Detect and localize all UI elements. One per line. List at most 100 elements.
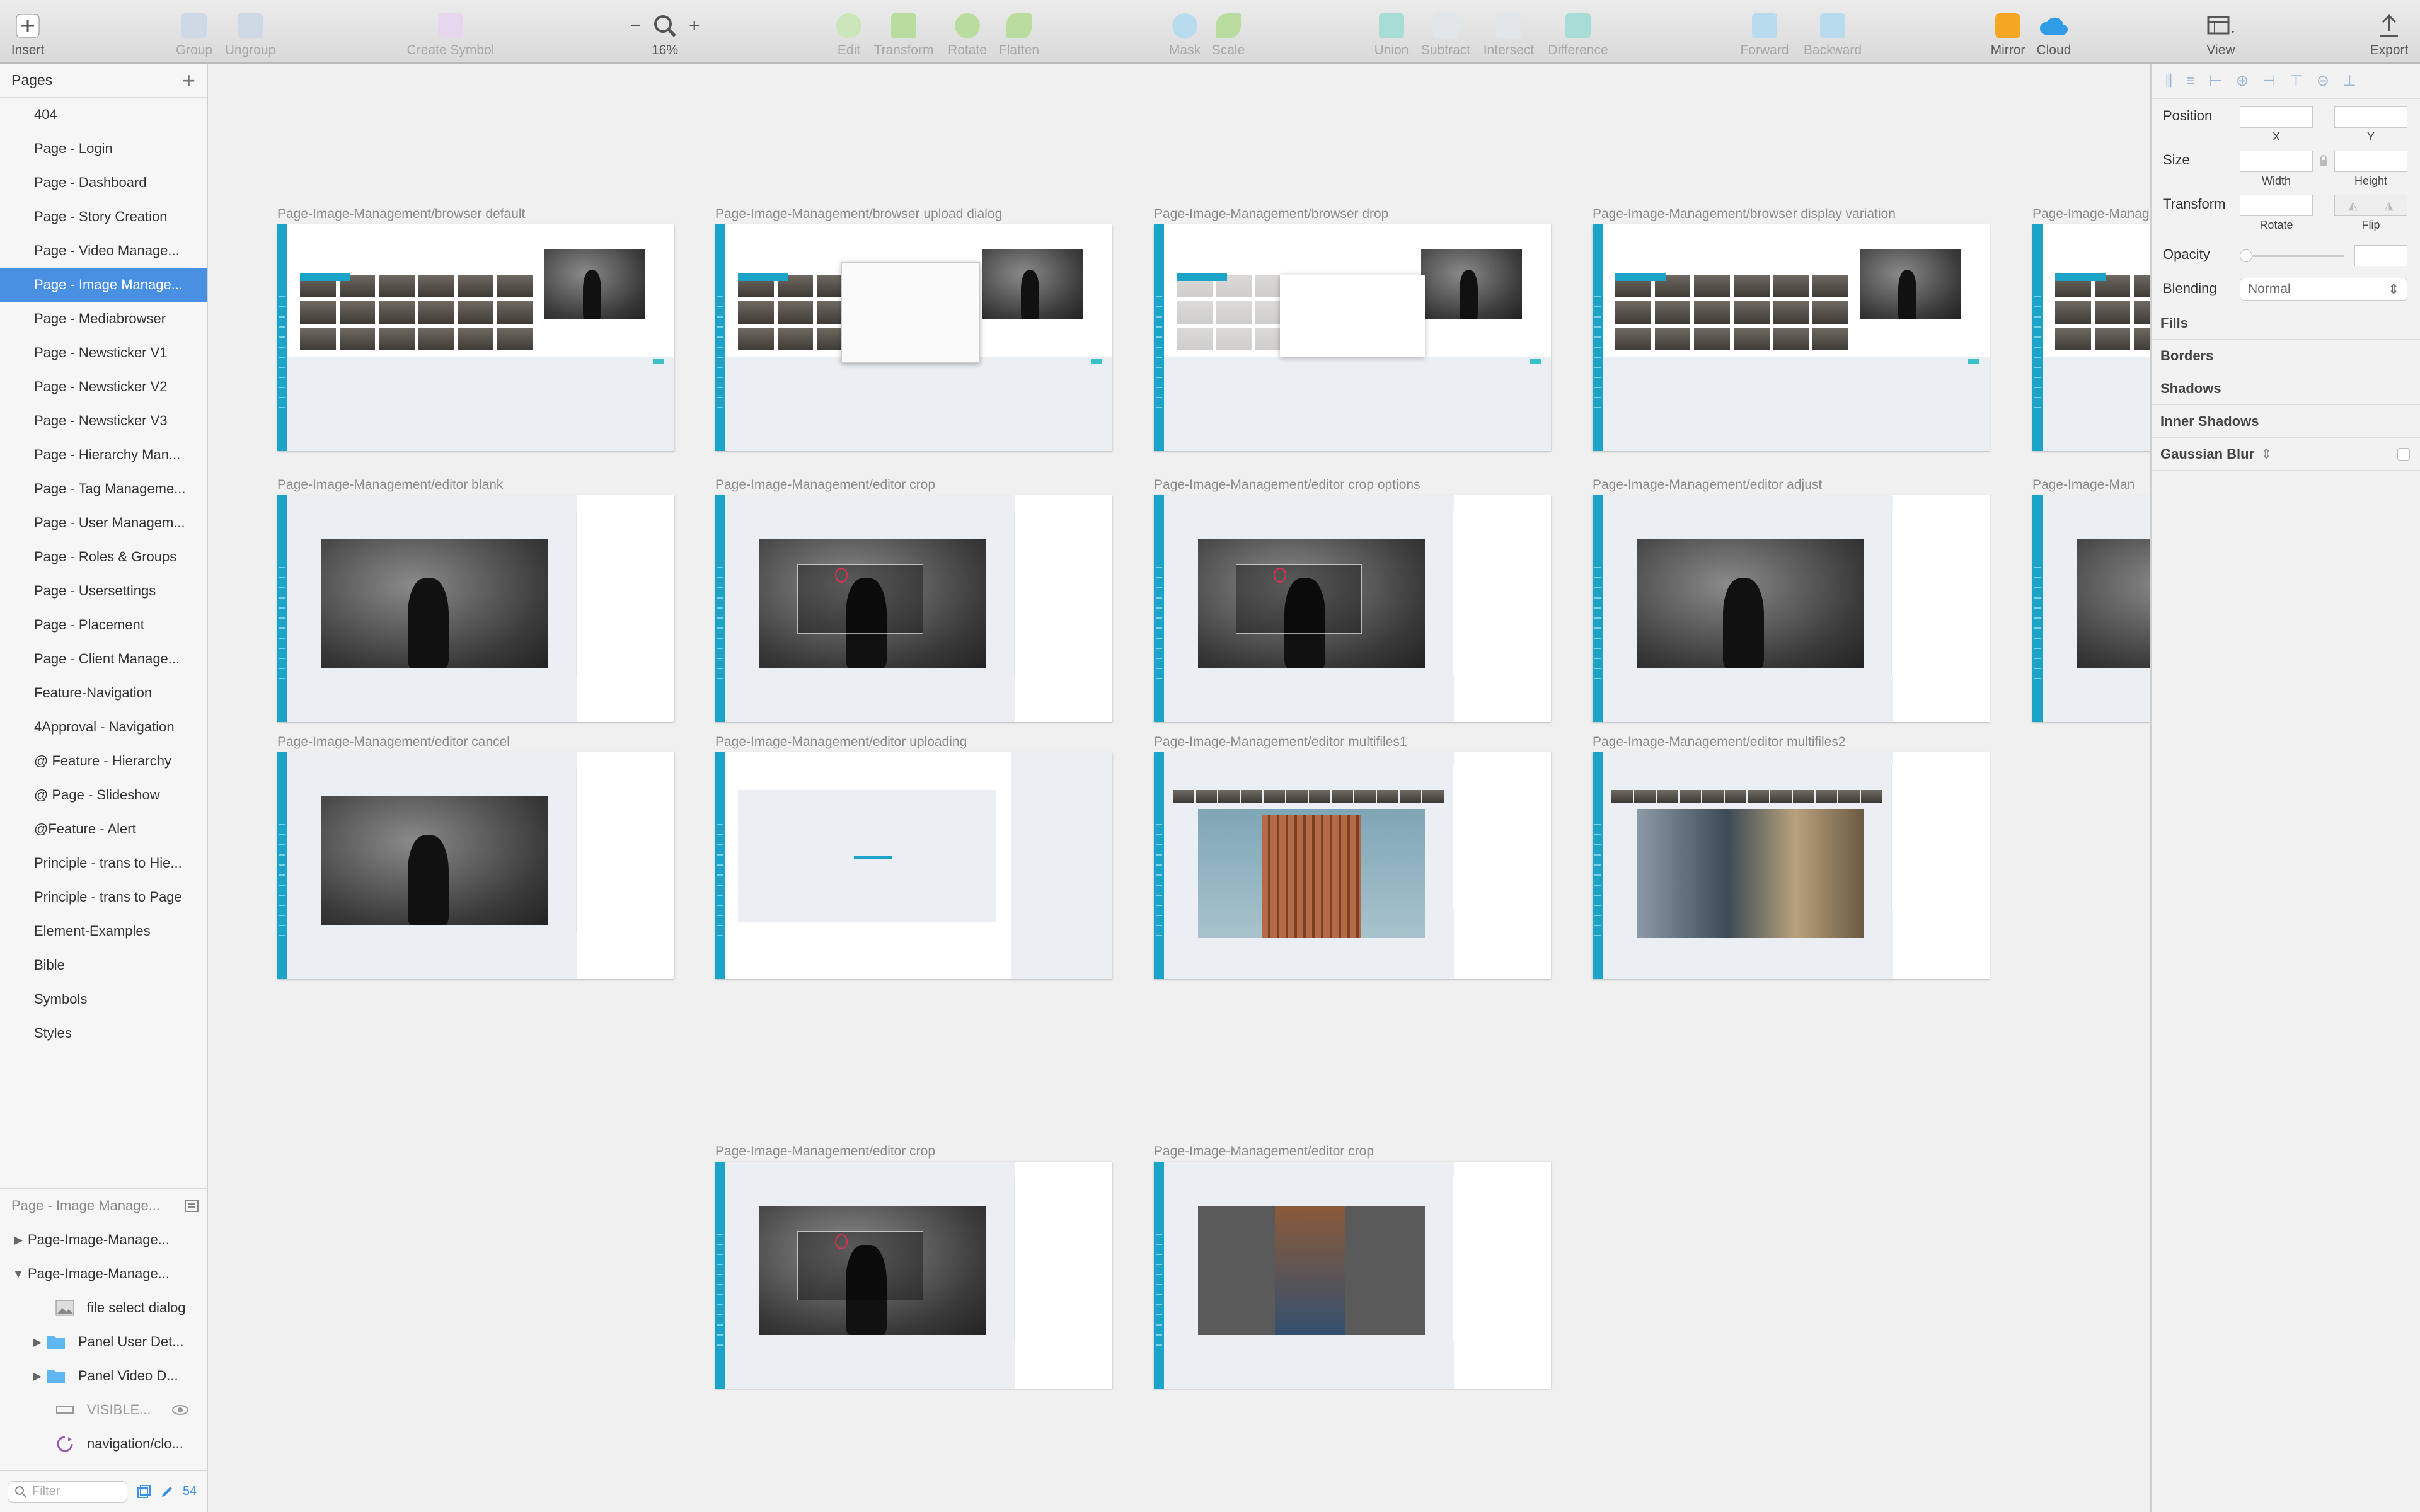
zoom-control[interactable]: − + 16%: [624, 0, 706, 64]
page-item[interactable]: 4Approval - Navigation: [0, 710, 207, 744]
height-field[interactable]: [2334, 151, 2407, 172]
page-item[interactable]: @ Feature - Hierarchy: [0, 744, 207, 778]
blending-select[interactable]: Normal ⇕: [2240, 278, 2407, 301]
align-middle-icon[interactable]: ⊖: [2317, 72, 2329, 90]
page-item[interactable]: Page - Mediabrowser: [0, 302, 207, 336]
flip-horizontal-icon[interactable]: ◭: [2349, 199, 2358, 212]
page-item[interactable]: Page - Story Creation: [0, 200, 207, 234]
disclosure-down-icon[interactable]: ▼: [9, 1268, 28, 1281]
filter-input[interactable]: Filter: [8, 1480, 127, 1503]
artboard-title[interactable]: Page-Image-Management/browser upload dia…: [715, 207, 1002, 222]
artboard-title[interactable]: Page-Image-Management/editor cancel: [277, 735, 510, 750]
difference-button[interactable]: Difference: [1544, 0, 1612, 64]
artboard-title[interactable]: Page-Image-Man: [2032, 478, 2135, 493]
layer-item[interactable]: file select dialog: [0, 1291, 208, 1325]
layer-item[interactable]: ▶ Panel Video D...: [0, 1359, 208, 1393]
collapse-layers-icon[interactable]: [184, 1198, 199, 1213]
mask-button[interactable]: Mask: [1167, 0, 1202, 64]
opacity-slider-knob[interactable]: [2240, 249, 2252, 262]
flatten-button[interactable]: Flatten: [996, 0, 1042, 64]
artboard-title[interactable]: Page-Image-Management/editor blank: [277, 478, 503, 493]
rotate-field[interactable]: [2240, 195, 2313, 216]
page-item[interactable]: Page - Newsticker V1: [0, 336, 207, 370]
layer-item[interactable]: navigation/clo...: [0, 1427, 208, 1461]
artboard[interactable]: Page-Image-Management/editor multifiles1: [1154, 735, 1551, 979]
align-left-icon[interactable]: ⊢: [2209, 72, 2222, 90]
artboard[interactable]: Page-Image-Management/browser default: [277, 207, 674, 451]
add-page-icon[interactable]: +: [182, 69, 195, 92]
artboard[interactable]: Page-Image-Management/browser display va…: [1593, 207, 1990, 451]
artboard-title[interactable]: Page-Image-Management/editor crop: [715, 478, 935, 493]
distribute-horizontal-icon[interactable]: ⫼: [2165, 72, 2172, 90]
x-field[interactable]: [2240, 106, 2313, 128]
align-right-icon[interactable]: ⊣: [2262, 72, 2276, 90]
view-button[interactable]: View: [2201, 0, 2241, 64]
fills-section[interactable]: Fills: [2152, 307, 2420, 340]
artboard[interactable]: Page-Image-Man: [2032, 478, 2150, 722]
artboard[interactable]: Page-Image-Manag: [2032, 207, 2150, 451]
artboard[interactable]: Page-Image-Management/editor blank: [277, 478, 674, 722]
rotate-button[interactable]: Rotate: [945, 0, 989, 64]
canvas[interactable]: Page-Image-Management/browser default Pag…: [209, 64, 2150, 1512]
artboard[interactable]: Page-Image-Management/editor crop: [715, 1144, 1112, 1389]
page-item[interactable]: Page - Newsticker V2: [0, 370, 207, 404]
artboard-title[interactable]: Page-Image-Management/editor adjust: [1593, 478, 1822, 493]
distribute-vertical-icon[interactable]: ≡: [2186, 72, 2195, 90]
artboard[interactable]: Page-Image-Management/editor crop: [1154, 1144, 1551, 1389]
artboard-title[interactable]: Page-Image-Management/editor multifiles1: [1154, 735, 1407, 750]
mirror-button[interactable]: Mirror: [1986, 0, 2029, 64]
page-item[interactable]: Principle - trans to Page: [0, 880, 207, 914]
artboard-title[interactable]: Page-Image-Management/editor uploading: [715, 735, 967, 750]
subtract-button[interactable]: Subtract: [1418, 0, 1473, 64]
disclosure-right-icon[interactable]: ▶: [28, 1336, 47, 1349]
cloud-button[interactable]: Cloud: [2033, 0, 2075, 64]
edited-filter-icon[interactable]: [160, 1485, 174, 1499]
opacity-field[interactable]: [2354, 245, 2407, 266]
flip-buttons[interactable]: ◭ ◮: [2334, 195, 2407, 216]
layer-item[interactable]: ▶ Page-Image-Manage...: [0, 1223, 208, 1257]
layer-item[interactable]: ▶ Panel User Det...: [0, 1325, 208, 1359]
page-item[interactable]: Page - Placement: [0, 608, 207, 642]
page-item[interactable]: @ Page - Slideshow: [0, 778, 207, 812]
artboard-filter-icon[interactable]: [136, 1484, 151, 1499]
page-item[interactable]: Page - Image Manage...: [0, 268, 207, 302]
page-item[interactable]: Page - Video Manage...: [0, 234, 207, 268]
artboard-title[interactable]: Page-Image-Manag: [2032, 207, 2150, 222]
page-item[interactable]: Page - User Managem...: [0, 506, 207, 540]
gaussian-blur-checkbox[interactable]: [2397, 448, 2410, 461]
artboard-title[interactable]: Page-Image-Management/browser default: [277, 207, 525, 222]
union-button[interactable]: Union: [1373, 0, 1410, 64]
scale-button[interactable]: Scale: [1210, 0, 1247, 64]
artboard-title[interactable]: Page-Image-Management/browser drop: [1154, 207, 1388, 222]
artboard[interactable]: Page-Image-Management/editor crop option…: [1154, 478, 1551, 722]
artboard[interactable]: Page-Image-Management/editor adjust: [1593, 478, 1990, 722]
artboard[interactable]: Page-Image-Management/editor crop: [715, 478, 1112, 722]
page-item[interactable]: Page - Usersettings: [0, 574, 207, 608]
layer-item[interactable]: VISIBLE...: [0, 1393, 208, 1427]
page-item[interactable]: Styles: [0, 1016, 207, 1050]
page-item[interactable]: Page - Tag Manageme...: [0, 472, 207, 506]
page-item[interactable]: @Feature - Alert: [0, 812, 207, 846]
artboard-title[interactable]: Page-Image-Management/editor multifiles2: [1593, 735, 1846, 750]
zoom-out-button[interactable]: −: [630, 15, 641, 37]
align-center-icon[interactable]: ⊕: [2236, 72, 2249, 90]
page-item[interactable]: Symbols: [0, 982, 207, 1016]
group-button[interactable]: Group: [175, 0, 213, 64]
blur-type-chevron-icon[interactable]: ⇕: [2261, 446, 2272, 462]
borders-section[interactable]: Borders: [2152, 340, 2420, 372]
page-item[interactable]: Principle - trans to Hie...: [0, 846, 207, 880]
artboard[interactable]: Page-Image-Management/browser upload dia…: [715, 207, 1112, 451]
shadows-section[interactable]: Shadows: [2152, 372, 2420, 405]
page-item[interactable]: Bible: [0, 948, 207, 982]
create-symbol-button[interactable]: Create Symbol: [403, 0, 498, 64]
y-field[interactable]: [2334, 106, 2407, 128]
intersect-button[interactable]: Intersect: [1480, 0, 1538, 64]
forward-button[interactable]: Forward: [1738, 0, 1791, 64]
inner-shadows-section[interactable]: Inner Shadows: [2152, 405, 2420, 438]
artboard-title[interactable]: Page-Image-Management/editor crop: [1154, 1144, 1374, 1159]
page-item[interactable]: Page - Roles & Groups: [0, 540, 207, 574]
gaussian-blur-section[interactable]: Gaussian Blur ⇕: [2152, 438, 2420, 471]
page-item[interactable]: Page - Dashboard: [0, 166, 207, 200]
export-button[interactable]: Export: [2367, 0, 2411, 64]
artboard[interactable]: Page-Image-Management/browser drop: [1154, 207, 1551, 451]
